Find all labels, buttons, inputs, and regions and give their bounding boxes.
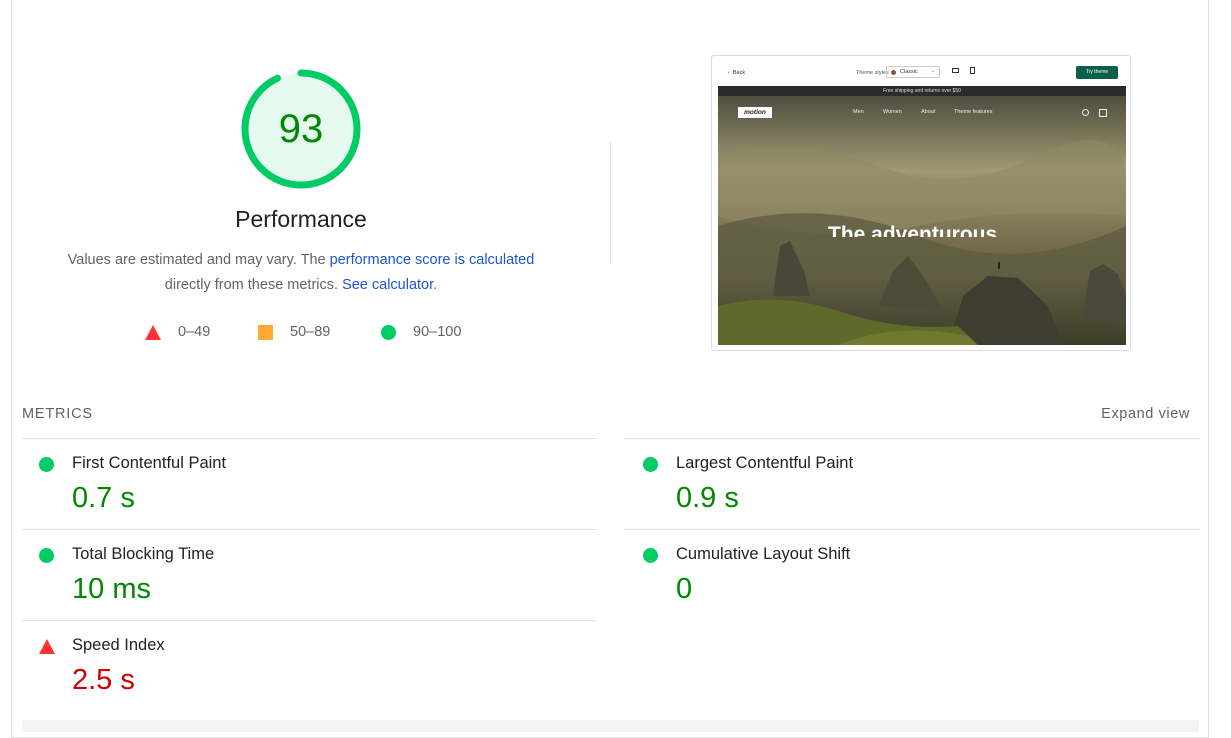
metric-fcp-name: First Contentful Paint bbox=[72, 454, 227, 472]
metric-si-name: Speed Index bbox=[72, 636, 165, 654]
metric-si-value: 2.5 s bbox=[72, 664, 135, 696]
legend-pass-label: 90–100 bbox=[413, 324, 462, 340]
metrics-heading: METRICS bbox=[22, 406, 93, 422]
preview-nav-features: Theme features bbox=[954, 109, 993, 115]
legend-average-label: 50–89 bbox=[290, 324, 331, 340]
preview-headline: The adventurous bbox=[828, 223, 998, 237]
chevron-down-icon: ⌄ bbox=[930, 68, 935, 74]
preview-hero-image: motion Men Women About Theme features Th… bbox=[718, 96, 1126, 345]
performance-score-link[interactable]: performance score is calculated bbox=[330, 252, 535, 268]
metrics-divider bbox=[22, 529, 596, 530]
performance-title: Performance bbox=[235, 206, 367, 232]
performance-description: Values are estimated and may vary. The p… bbox=[40, 248, 562, 298]
preview-logo: motion bbox=[738, 107, 772, 118]
metrics-divider bbox=[22, 438, 596, 439]
performance-gauge[interactable]: 93 bbox=[240, 68, 362, 190]
preview-nav-about: About bbox=[921, 109, 936, 115]
preview-nav-women: Women bbox=[883, 109, 902, 115]
preview-topbar: ‹ Back Theme styles Classic ⌄ Try theme bbox=[718, 62, 1124, 86]
fail-triangle-icon bbox=[39, 639, 55, 654]
metric-fcp-value: 0.7 s bbox=[72, 482, 135, 514]
metric-cls-value: 0 bbox=[676, 573, 693, 605]
expand-view-button[interactable]: Expand view bbox=[1060, 406, 1190, 422]
vertical-divider bbox=[610, 142, 611, 264]
legend-average: 50–89 bbox=[258, 322, 330, 342]
metric-lcp-name: Largest Contentful Paint bbox=[676, 454, 854, 472]
pass-circle-icon bbox=[39, 548, 54, 563]
preview-style-select: Classic ⌄ bbox=[886, 66, 940, 78]
desktop-icon bbox=[952, 68, 959, 73]
performance-score: 93 bbox=[278, 107, 324, 151]
metric-tbt-value: 10 ms bbox=[72, 573, 151, 605]
description-text-1: Values are estimated and may vary. The bbox=[67, 252, 330, 268]
square-icon bbox=[258, 324, 273, 340]
legend-fail-label: 0–49 bbox=[178, 324, 211, 340]
metrics-divider bbox=[625, 529, 1199, 530]
preview-try-theme-button: Try theme bbox=[1076, 66, 1118, 79]
triangle-icon bbox=[145, 324, 161, 340]
circle-icon bbox=[381, 324, 396, 340]
preview-banner: Free shipping and returns over $50 bbox=[718, 86, 1126, 96]
preview-nav-men: Men bbox=[853, 109, 864, 115]
mountain-landscape-image bbox=[718, 96, 1126, 345]
description-text-2: directly from these metrics. bbox=[164, 277, 343, 293]
pass-circle-icon bbox=[39, 457, 54, 472]
metric-lcp-value: 0.9 s bbox=[676, 482, 739, 514]
pass-circle-icon bbox=[643, 457, 658, 472]
metrics-divider bbox=[22, 620, 596, 621]
mobile-icon bbox=[970, 67, 975, 74]
preview-theme-styles: Theme styles bbox=[856, 70, 889, 76]
pass-circle-icon bbox=[643, 548, 658, 563]
metric-cls-name: Cumulative Layout Shift bbox=[676, 545, 851, 563]
description-text-3: . bbox=[433, 277, 438, 293]
metrics-divider bbox=[625, 438, 1199, 439]
final-screenshot[interactable]: ‹ Back Theme styles Classic ⌄ Try theme … bbox=[711, 55, 1131, 351]
cart-icon bbox=[1099, 109, 1107, 117]
preview-back: ‹ Back bbox=[728, 70, 746, 76]
legend-pass: 90–100 bbox=[381, 322, 461, 342]
metric-tbt-name: Total Blocking Time bbox=[72, 545, 215, 563]
preview-style-value: Classic bbox=[900, 69, 918, 75]
search-icon bbox=[1082, 109, 1089, 116]
next-section-bar bbox=[22, 720, 1199, 732]
see-calculator-link[interactable]: See calculator bbox=[342, 277, 433, 293]
legend-fail: 0–49 bbox=[145, 322, 210, 342]
